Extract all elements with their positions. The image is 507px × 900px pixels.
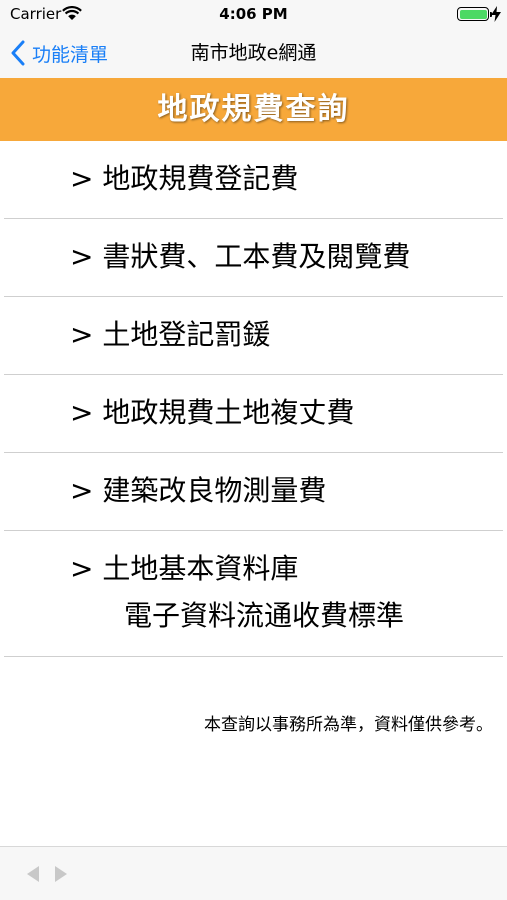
back-button[interactable]: 功能清單 bbox=[10, 28, 108, 78]
section-title: 地政規費查詢 bbox=[157, 92, 350, 127]
header-banner: 地政規費查詢 bbox=[0, 78, 507, 141]
disclaimer-text: 本查詢以事務所為準，資料僅供參考。 bbox=[204, 715, 493, 735]
fee-menu-list: > 地政規費登記費 > 書狀費、工本費及閱覽費 > 土地登記罰鍰 > 地政規費土… bbox=[0, 141, 507, 657]
menu-item-label: > 土地登記罰鍰 bbox=[70, 318, 271, 351]
menu-item-label: > 地政規費登記費 bbox=[70, 162, 299, 195]
menu-item-building-survey-fee[interactable]: > 建築改良物測量費 bbox=[0, 453, 507, 531]
menu-item-label: > 建築改良物測量費 bbox=[70, 474, 327, 507]
menu-item-label: > 書狀費、工本費及閱覽費 bbox=[70, 240, 411, 273]
charging-bolt-icon bbox=[491, 6, 501, 22]
triangle-left-icon[interactable] bbox=[24, 864, 42, 884]
menu-item-label: > 地政規費土地複丈費 bbox=[70, 396, 355, 429]
menu-item-label: > 土地基本資料庫 bbox=[70, 552, 299, 585]
divider bbox=[4, 656, 503, 657]
menu-item-land-survey-fee[interactable]: > 地政規費土地複丈費 bbox=[0, 375, 507, 453]
menu-item-land-database-fee[interactable]: > 土地基本資料庫 電子資料流通收費標準 bbox=[0, 531, 507, 657]
battery-icon bbox=[457, 7, 492, 21]
page-title: 南市地政e網通 bbox=[190, 42, 317, 64]
bottom-toolbar bbox=[0, 846, 507, 900]
triangle-right-icon[interactable] bbox=[52, 864, 70, 884]
status-bar: Carrier 4:06 PM bbox=[0, 0, 507, 28]
chevron-left-icon bbox=[11, 40, 25, 66]
menu-item-label-line2: 電子資料流通收費標準 bbox=[124, 599, 405, 632]
back-button-label: 功能清單 bbox=[32, 43, 109, 66]
menu-item-registration-fee[interactable]: > 地政規費登記費 bbox=[0, 141, 507, 219]
menu-item-certificate-fee[interactable]: > 書狀費、工本費及閱覽費 bbox=[0, 219, 507, 297]
navigation-bar: 功能清單 南市地政e網通 bbox=[0, 28, 507, 78]
menu-item-registration-penalty[interactable]: > 土地登記罰鍰 bbox=[0, 297, 507, 375]
status-time: 4:06 PM bbox=[219, 5, 288, 23]
